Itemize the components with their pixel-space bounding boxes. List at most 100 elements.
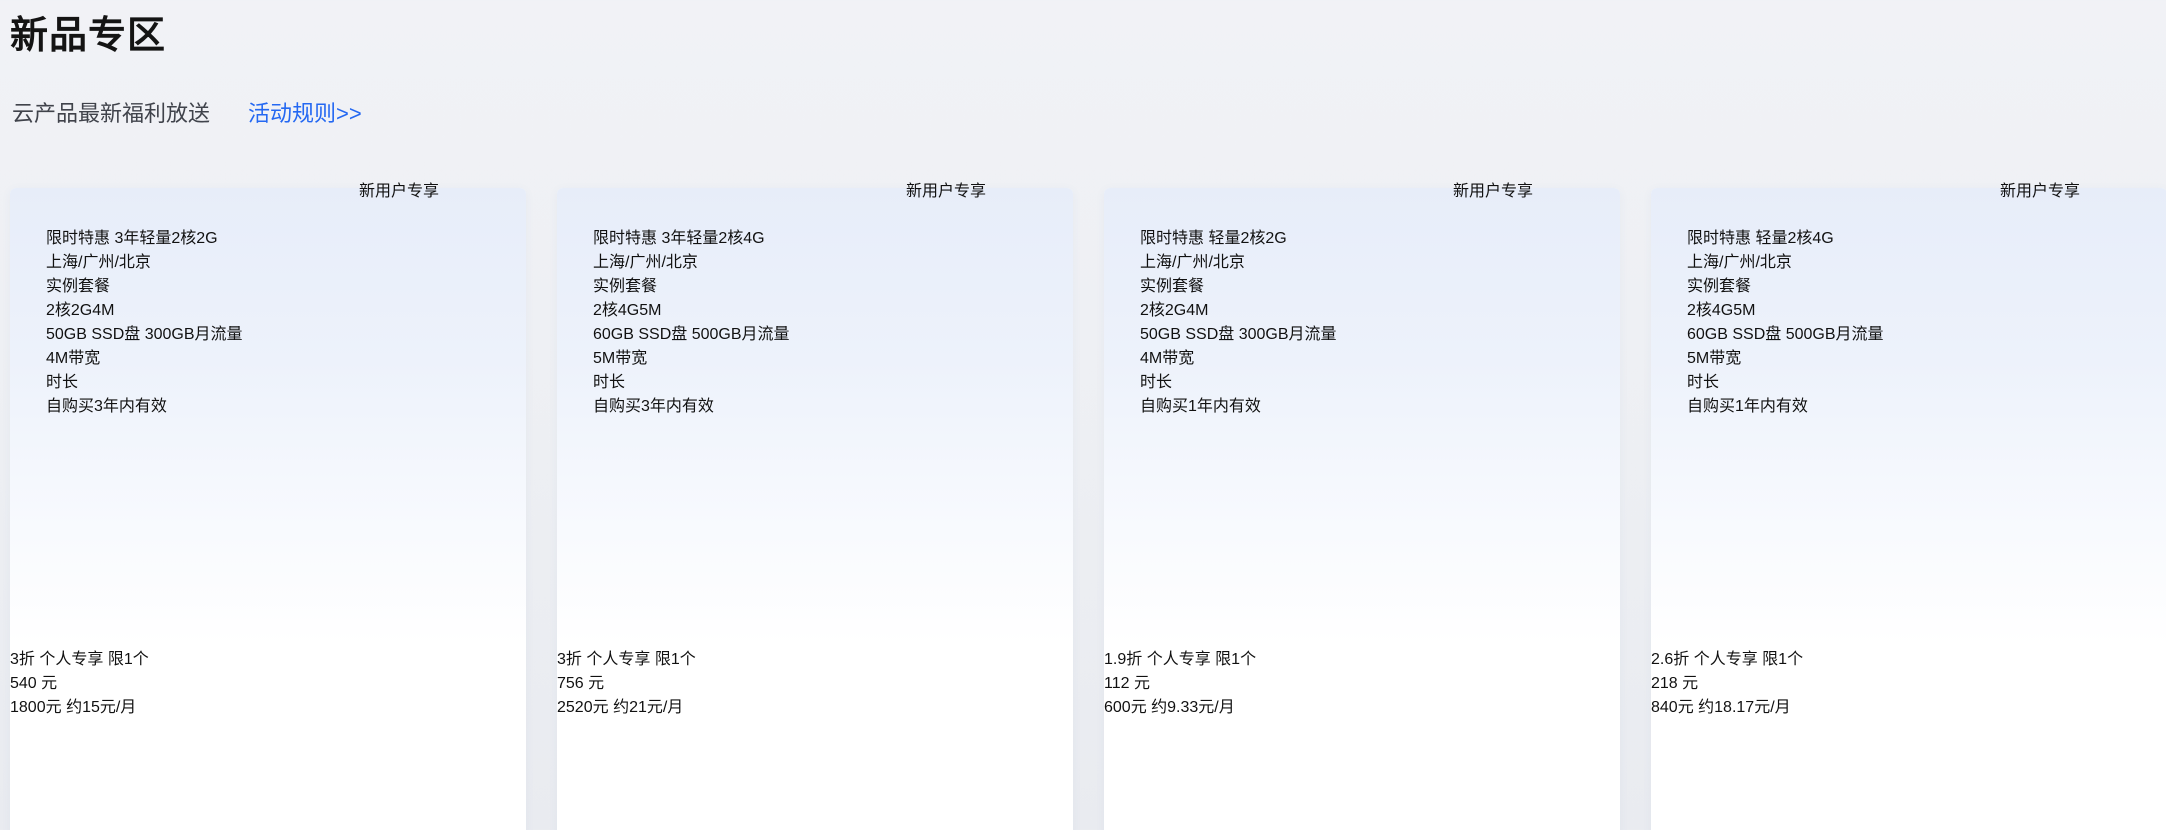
spec-detail-line: 5M带宽 [593,344,1037,368]
region-tag: 上海/广州/北京 [1140,254,1245,271]
duration-value: 自购买1年内有效 [1140,392,1584,416]
personal-badge: 个人专享 [1694,651,1758,668]
discount-badge: 3折 [10,651,35,668]
duration-row: 时长 自购买3年内有效 [46,368,490,416]
spec-detail-line: 60GB SSD盘 500GB月流量 [1687,320,2131,344]
monthly-price: 约21元/月 [613,699,683,716]
spec-detail: 50GB SSD盘 300GB月流量 4M带宽 [1140,320,1584,368]
spec-label: 实例套餐 [1140,272,1584,296]
duration-value: 自购买3年内有效 [46,392,490,416]
card-top-section: 限时特惠 3年轻量2核2G 上海/广州/北京 实例套餐 2核2G4M 50GB … [10,188,526,645]
monthly-price: 约15元/月 [66,699,136,716]
spec-detail-line: 4M带宽 [46,344,490,368]
spec-row: 实例套餐 2核4G5M 60GB SSD盘 500GB月流量 5M带宽 [593,272,1037,368]
duration-label: 时长 [1687,368,2131,392]
spec-value: 2核4G5M [593,296,1037,320]
personal-badge: 个人专享 [39,651,103,668]
new-user-ribbon: 新用户专享 [906,177,1073,220]
limit-badge: 限1个 [108,651,149,668]
spec-detail-line: 50GB SSD盘 300GB月流量 [1140,320,1584,344]
price-value: 218 [1651,675,1678,692]
region-tag: 上海/广州/北京 [1687,254,1792,271]
spec-detail-line: 50GB SSD盘 300GB月流量 [46,320,490,344]
page-subtitle: 云产品最新福利放送 [12,96,210,128]
limit-badge: 限1个 [1762,651,1803,668]
original-price-row: 600元 约9.33元/月 [1104,693,1620,717]
price-unit: 元 [588,675,604,692]
duration-value: 自购买1年内有效 [1687,392,2131,416]
card-price-section: 2.6折 个人专享 限1个 218 元 840元 约18.17元/月 [1651,645,2166,717]
spec-detail: 50GB SSD盘 300GB月流量 4M带宽 [46,320,490,368]
product-card[interactable]: 新用户专享 限时特惠 3年轻量2核4G 上海/广州/北京 实例套餐 2核4G5M… [557,188,1073,830]
card-top-section: 限时特惠 3年轻量2核4G 上海/广州/北京 实例套餐 2核4G5M 60GB … [557,188,1073,645]
spec-label: 实例套餐 [1687,272,2131,296]
personal-badge: 个人专享 [1147,651,1211,668]
badge-row: 3折 个人专享 限1个 [10,645,526,669]
price-row: 540 元 [10,669,526,693]
card-title: 限时特惠 3年轻量2核4G [593,224,1037,248]
monthly-price: 约18.17元/月 [1698,699,1791,716]
price-value: 112 [1104,675,1130,692]
price-unit: 元 [41,675,57,692]
activity-rules-link[interactable]: 活动规则>> [248,96,362,128]
price-row: 756 元 [557,669,1073,693]
duration-label: 时长 [593,368,1037,392]
spec-row: 实例套餐 2核4G5M 60GB SSD盘 500GB月流量 5M带宽 [1687,272,2131,368]
original-price-row: 2520元 约21元/月 [557,693,1073,717]
region-tag: 上海/广州/北京 [46,254,151,271]
spec-label: 实例套餐 [46,272,490,296]
spec-detail-line: 5M带宽 [1687,344,2131,368]
spec-value: 2核2G4M [1140,296,1584,320]
spec-detail-line: 60GB SSD盘 500GB月流量 [593,320,1037,344]
card-title: 限时特惠 3年轻量2核2G [46,224,490,248]
duration-value: 自购买3年内有效 [593,392,1037,416]
price-row: 112 元 [1104,669,1620,693]
duration-row: 时长 自购买1年内有效 [1687,368,2131,416]
original-price: 1800元 [10,699,62,716]
limit-badge: 限1个 [1215,651,1256,668]
new-user-ribbon: 新用户专享 [2000,177,2166,220]
spec-row: 实例套餐 2核2G4M 50GB SSD盘 300GB月流量 4M带宽 [1140,272,1584,368]
page-title: 新品专区 [10,4,166,59]
original-price-row: 1800元 约15元/月 [10,693,526,717]
personal-badge: 个人专享 [586,651,650,668]
product-card-list: 新用户专享 限时特惠 3年轻量2核2G 上海/广州/北京 实例套餐 2核2G4M… [10,188,2166,830]
spec-row: 实例套餐 2核2G4M 50GB SSD盘 300GB月流量 4M带宽 [46,272,490,368]
new-user-ribbon: 新用户专享 [1453,177,1620,220]
original-price: 2520元 [557,699,609,716]
discount-badge: 3折 [557,651,582,668]
spec-detail-line: 4M带宽 [1140,344,1584,368]
monthly-price: 约9.33元/月 [1151,699,1235,716]
original-price-row: 840元 约18.17元/月 [1651,693,2166,717]
spec-detail: 60GB SSD盘 500GB月流量 5M带宽 [593,320,1037,368]
product-card[interactable]: 新用户专享 限时特惠 轻量2核4G 上海/广州/北京 实例套餐 2核4G5M 6… [1651,188,2166,830]
card-price-section: 3折 个人专享 限1个 756 元 2520元 约21元/月 [557,645,1073,717]
badge-row: 3折 个人专享 限1个 [557,645,1073,669]
price-value: 756 [557,675,584,692]
discount-badge: 1.9折 [1104,651,1142,668]
card-top-section: 限时特惠 轻量2核4G 上海/广州/北京 实例套餐 2核4G5M 60GB SS… [1651,188,2166,645]
price-row: 218 元 [1651,669,2166,693]
card-price-section: 3折 个人专享 限1个 540 元 1800元 约15元/月 [10,645,526,717]
badge-row: 2.6折 个人专享 限1个 [1651,645,2166,669]
original-price: 840元 [1651,699,1694,716]
product-card[interactable]: 新用户专享 限时特惠 轻量2核2G 上海/广州/北京 实例套餐 2核2G4M 5… [1104,188,1620,830]
spec-detail: 60GB SSD盘 500GB月流量 5M带宽 [1687,320,2131,368]
card-price-section: 1.9折 个人专享 限1个 112 元 600元 约9.33元/月 [1104,645,1620,717]
discount-badge: 2.6折 [1651,651,1689,668]
card-top-section: 限时特惠 轻量2核2G 上海/广州/北京 实例套餐 2核2G4M 50GB SS… [1104,188,1620,645]
product-card[interactable]: 新用户专享 限时特惠 3年轻量2核2G 上海/广州/北京 实例套餐 2核2G4M… [10,188,526,830]
badge-row: 1.9折 个人专享 限1个 [1104,645,1620,669]
price-value: 540 [10,675,37,692]
card-title: 限时特惠 轻量2核2G [1140,224,1584,248]
original-price: 600元 [1104,699,1147,716]
spec-value: 2核2G4M [46,296,490,320]
spec-value: 2核4G5M [1687,296,2131,320]
region-tag: 上海/广州/北京 [593,254,698,271]
price-unit: 元 [1134,675,1150,692]
spec-label: 实例套餐 [593,272,1037,296]
new-user-ribbon: 新用户专享 [359,177,526,220]
card-title: 限时特惠 轻量2核4G [1687,224,2131,248]
duration-label: 时长 [1140,368,1584,392]
page-subtitle-row: 云产品最新福利放送 活动规则>> [12,96,362,128]
